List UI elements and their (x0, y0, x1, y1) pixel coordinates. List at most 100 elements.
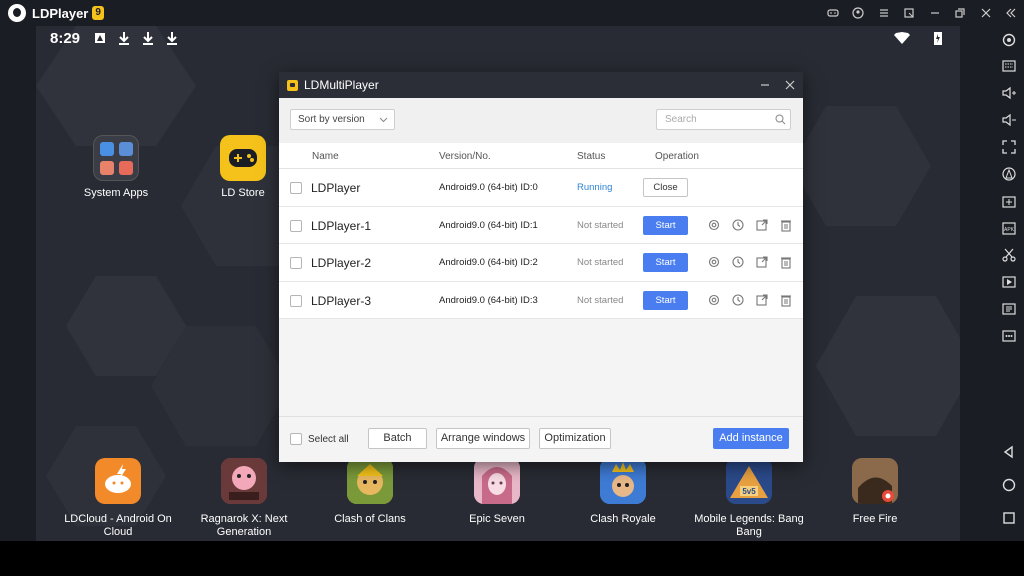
home-icon[interactable] (1001, 477, 1017, 493)
instance-backup-icon[interactable] (731, 293, 745, 307)
desktop-app-system-apps[interactable]: System Apps (61, 135, 171, 200)
arrange-windows-button[interactable]: Arrange windows (436, 428, 530, 449)
select-all-label[interactable]: Select all (308, 434, 349, 445)
apk-install-icon[interactable]: APK (1001, 220, 1017, 236)
instance-settings-icon[interactable] (707, 293, 721, 307)
instance-settings-icon[interactable] (707, 255, 721, 269)
start-instance-button[interactable]: Start (643, 290, 688, 310)
fullscreen-icon[interactable] (1001, 139, 1017, 155)
ldplayer-logo-icon (8, 4, 26, 22)
dock-app-clash-royale[interactable]: Clash Royale (563, 458, 683, 526)
dialog-close-icon[interactable] (778, 72, 802, 98)
column-header-version: Version/No. (439, 151, 491, 162)
macro-icon[interactable] (1001, 166, 1017, 182)
gamepad-settings-icon[interactable] (820, 0, 846, 26)
volume-up-icon[interactable] (1001, 85, 1017, 101)
add-instance-button[interactable]: Add instance (713, 428, 789, 449)
instance-status: Not started (577, 257, 624, 268)
sort-dropdown[interactable]: Sort by version (290, 109, 395, 130)
column-header-name: Name (312, 151, 339, 162)
menu-icon[interactable] (871, 0, 897, 26)
table-row: LDPlayer-1 Android9.0 (64-bit) ID:1 Not … (279, 207, 803, 244)
search-input[interactable]: Search (656, 109, 791, 130)
dock-app-free-fire[interactable]: Free Fire (815, 458, 935, 526)
dock-app-label: Free Fire (852, 513, 898, 525)
title-bar: LDPlayer 9 (0, 0, 1024, 26)
close-icon[interactable] (973, 0, 999, 26)
right-frame (960, 26, 994, 541)
row-checkbox[interactable] (290, 257, 302, 269)
sort-dropdown-label: Sort by version (298, 114, 365, 125)
multiplayer-dialog: LDMultiPlayer Sort by version Search Nam… (279, 72, 803, 462)
app-name: LDPlayer (32, 5, 89, 21)
batch-button[interactable]: Batch (368, 428, 427, 449)
optimization-button[interactable]: Optimization (539, 428, 611, 449)
instance-backup-icon[interactable] (731, 218, 745, 232)
instance-status: Not started (577, 219, 624, 231)
row-checkbox[interactable] (290, 182, 302, 194)
search-placeholder: Search (665, 114, 697, 125)
search-icon[interactable] (775, 114, 786, 125)
dock-app-mobile-legends[interactable]: 5v5 Mobile Legends: Bang Bang (689, 458, 809, 539)
desktop-app-label: System Apps (83, 187, 149, 199)
operation-record-icon[interactable] (1001, 301, 1017, 317)
more-options-icon[interactable] (1001, 328, 1017, 344)
close-instance-button[interactable]: Close (643, 178, 688, 197)
instance-name: LDPlayer (311, 181, 361, 195)
instance-shortcut-icon[interactable] (755, 218, 769, 232)
instance-delete-icon[interactable] (779, 293, 793, 307)
app-version-badge: 9 (92, 6, 104, 20)
instance-version: Android9.0 (64-bit) ID:0 (439, 182, 538, 193)
instance-delete-icon[interactable] (779, 255, 793, 269)
dock-app-label: Clash of Clans (334, 513, 406, 525)
dialog-header: LDMultiPlayer (279, 72, 803, 98)
left-frame (0, 26, 36, 541)
right-toolbar: APK (994, 26, 1024, 541)
restore-icon[interactable] (948, 0, 974, 26)
instance-shortcut-icon[interactable] (755, 255, 769, 269)
start-instance-button[interactable]: Start (643, 215, 688, 235)
dialog-toolbar: Sort by version Search (279, 98, 803, 143)
bottom-frame (0, 541, 1024, 576)
dock-app-clash-of-clans[interactable]: Clash of Clans (310, 458, 430, 526)
account-icon[interactable] (846, 0, 872, 26)
instance-settings-icon[interactable] (707, 218, 721, 232)
minimize-icon[interactable] (922, 0, 948, 26)
start-instance-button[interactable]: Start (643, 253, 688, 272)
dock-app-ldcloud[interactable]: LDCloud - Android On Cloud (58, 458, 178, 539)
instance-backup-icon[interactable] (731, 255, 745, 269)
row-checkbox[interactable] (290, 219, 302, 232)
screenshot-window-icon[interactable] (897, 0, 923, 26)
column-header-status: Status (577, 151, 606, 162)
dock-app-epic-seven[interactable]: Epic Seven (437, 458, 557, 526)
dock-app-label: Epic Seven (469, 513, 525, 525)
add-instance-icon[interactable] (1001, 193, 1017, 209)
wifi-icon (894, 31, 910, 45)
instance-version: Android9.0 (64-bit) ID:3 (439, 294, 538, 306)
scissors-icon[interactable] (1001, 247, 1017, 263)
instance-shortcut-icon[interactable] (755, 293, 769, 307)
free-fire-icon (852, 458, 898, 504)
table-row: LDPlayer Android9.0 (64-bit) ID:0 Runnin… (279, 169, 803, 207)
instance-name: LDPlayer-3 (311, 293, 372, 308)
svg-text:APK: APK (1004, 227, 1015, 233)
back-icon[interactable] (1001, 444, 1017, 460)
row-checkbox[interactable] (290, 294, 302, 307)
settings-icon[interactable] (1001, 32, 1017, 48)
dialog-minimize-icon[interactable] (753, 72, 777, 98)
instance-delete-icon[interactable] (779, 218, 793, 232)
dock-app-ragnarok-x[interactable]: Ragnarok X: Next Generation (184, 458, 304, 539)
dialog-title: LDMultiPlayer (304, 78, 379, 92)
recent-apps-icon[interactable] (1001, 510, 1017, 526)
record-video-icon[interactable] (1001, 274, 1017, 290)
volume-down-icon[interactable] (1001, 112, 1017, 128)
keyboard-mapping-icon[interactable] (1001, 58, 1017, 74)
dock-app-label: LDCloud - Android On Cloud (64, 513, 172, 538)
ldcloud-icon (95, 458, 141, 504)
dock-app-label: Clash Royale (590, 513, 656, 525)
select-all-checkbox[interactable] (290, 433, 302, 445)
download-icon (166, 31, 178, 45)
dialog-footer: Select all Batch Arrange windows Optimiz… (279, 416, 803, 462)
collapse-sidebar-icon[interactable] (999, 0, 1024, 26)
column-header-operation: Operation (655, 151, 699, 162)
